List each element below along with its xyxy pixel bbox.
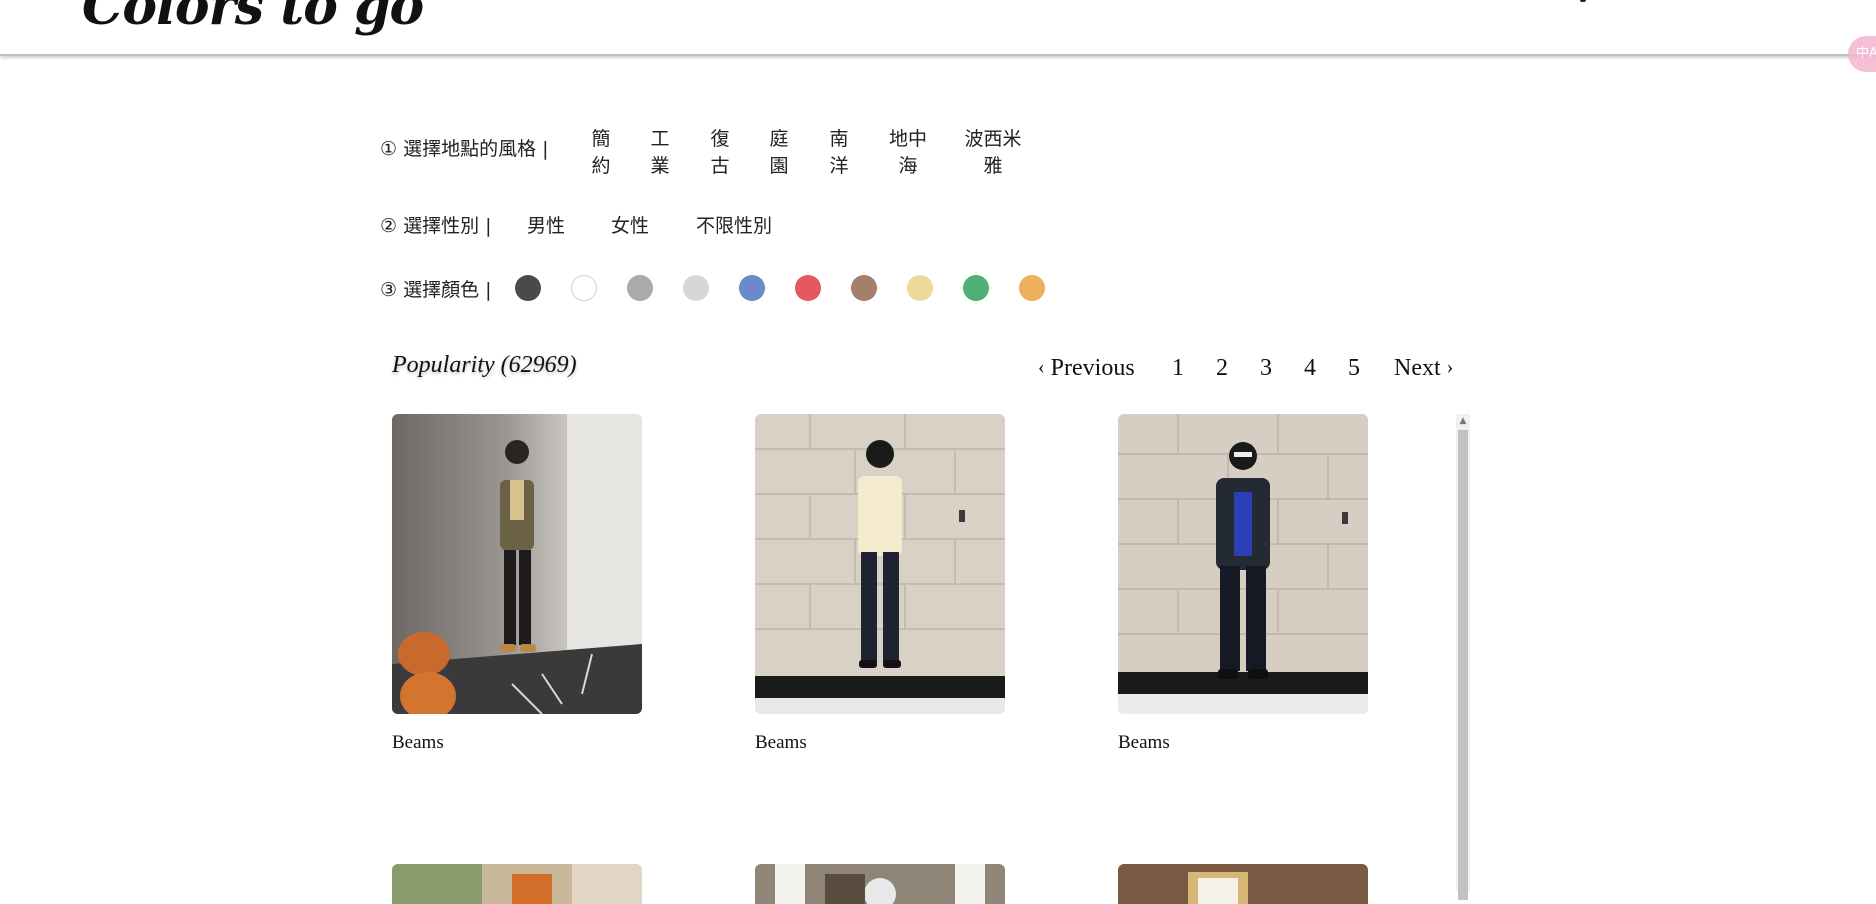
- color-swatch[interactable]: [1019, 275, 1045, 301]
- pagination-page[interactable]: 1: [1172, 355, 1184, 382]
- style-option-retro[interactable]: 復 古: [700, 126, 740, 180]
- color-swatch[interactable]: [571, 275, 597, 301]
- chevron-right-icon: ›: [1446, 356, 1454, 378]
- gender-filter-label: ② 選擇性別 |: [380, 215, 492, 237]
- style-option-text: 波西米: [964, 128, 1022, 150]
- top-header: Colors to go: [0, 0, 1876, 56]
- style-option-mediterranean[interactable]: 地中 海: [883, 126, 933, 180]
- gender-option-female[interactable]: 女性: [611, 211, 649, 238]
- style-filter-label: ① 選擇地點的風格 |: [380, 138, 549, 160]
- scrollbar-thumb[interactable]: [1458, 430, 1468, 900]
- style-option-text: 南: [829, 128, 849, 150]
- color-swatch[interactable]: [683, 275, 709, 301]
- pagination-page[interactable]: 5: [1348, 355, 1360, 382]
- outfit-photo-partial[interactable]: [392, 864, 642, 904]
- style-option-text: 洋: [829, 155, 849, 177]
- pagination-previous[interactable]: ‹ Previous: [1038, 355, 1135, 382]
- pagination-page[interactable]: 2: [1216, 355, 1228, 382]
- color-swatch[interactable]: [515, 275, 541, 301]
- outfit-photo[interactable]: [1118, 414, 1368, 714]
- style-option-industrial[interactable]: 工 業: [640, 126, 680, 180]
- color-swatch[interactable]: [739, 275, 765, 301]
- gender-option-any[interactable]: 不限性別: [696, 211, 772, 238]
- color-swatch[interactable]: [627, 275, 653, 301]
- pagination-next[interactable]: Next ›: [1394, 355, 1453, 382]
- pagination-previous-label: Previous: [1050, 355, 1135, 381]
- outfit-photo-partial[interactable]: [1118, 864, 1368, 904]
- style-option-text: 簡: [591, 128, 611, 150]
- style-option-text: 古: [710, 155, 730, 177]
- style-option-text: 約: [591, 155, 611, 177]
- style-option-text: 園: [769, 155, 789, 177]
- header-mark: [1580, 0, 1586, 2]
- style-option-text: 海: [898, 155, 918, 177]
- site-logo[interactable]: Colors to go: [82, 0, 424, 37]
- color-swatch[interactable]: [963, 275, 989, 301]
- style-option-bohemian[interactable]: 波西米 雅: [961, 126, 1025, 180]
- grid-scrollbar[interactable]: ▲: [1456, 414, 1470, 900]
- style-option-text: 雅: [983, 155, 1003, 177]
- color-swatch[interactable]: [907, 275, 933, 301]
- style-option-text: 地中: [888, 128, 927, 150]
- scroll-up-arrow-icon[interactable]: ▲: [1456, 414, 1470, 428]
- color-filter-label: ③ 選擇顏色 |: [380, 279, 492, 301]
- style-option-minimal[interactable]: 簡 約: [581, 126, 621, 180]
- color-swatch[interactable]: [795, 275, 821, 301]
- outfit-brand[interactable]: Beams: [755, 732, 807, 754]
- pagination-next-label: Next: [1394, 355, 1441, 381]
- outfit-brand[interactable]: Beams: [392, 732, 444, 754]
- chevron-left-icon: ‹: [1038, 356, 1045, 378]
- gender-option-male[interactable]: 男性: [527, 211, 565, 238]
- translate-badge[interactable]: 中A: [1848, 36, 1876, 72]
- pagination-page[interactable]: 4: [1304, 355, 1316, 382]
- style-option-text: 復: [710, 128, 730, 150]
- style-option-text: 工: [650, 128, 670, 150]
- style-option-text: 業: [650, 155, 670, 177]
- style-option-garden[interactable]: 庭 園: [759, 126, 799, 180]
- sort-popularity-title[interactable]: Popularity (62969): [392, 352, 577, 379]
- outfit-photo[interactable]: [392, 414, 642, 714]
- style-option-text: 庭: [769, 128, 789, 150]
- pagination-page[interactable]: 3: [1260, 355, 1272, 382]
- outfit-photo-partial[interactable]: [755, 864, 1005, 904]
- style-option-tropical[interactable]: 南 洋: [819, 126, 859, 180]
- outfit-brand[interactable]: Beams: [1118, 732, 1170, 754]
- color-swatch[interactable]: [851, 275, 877, 301]
- outfit-photo[interactable]: [755, 414, 1005, 714]
